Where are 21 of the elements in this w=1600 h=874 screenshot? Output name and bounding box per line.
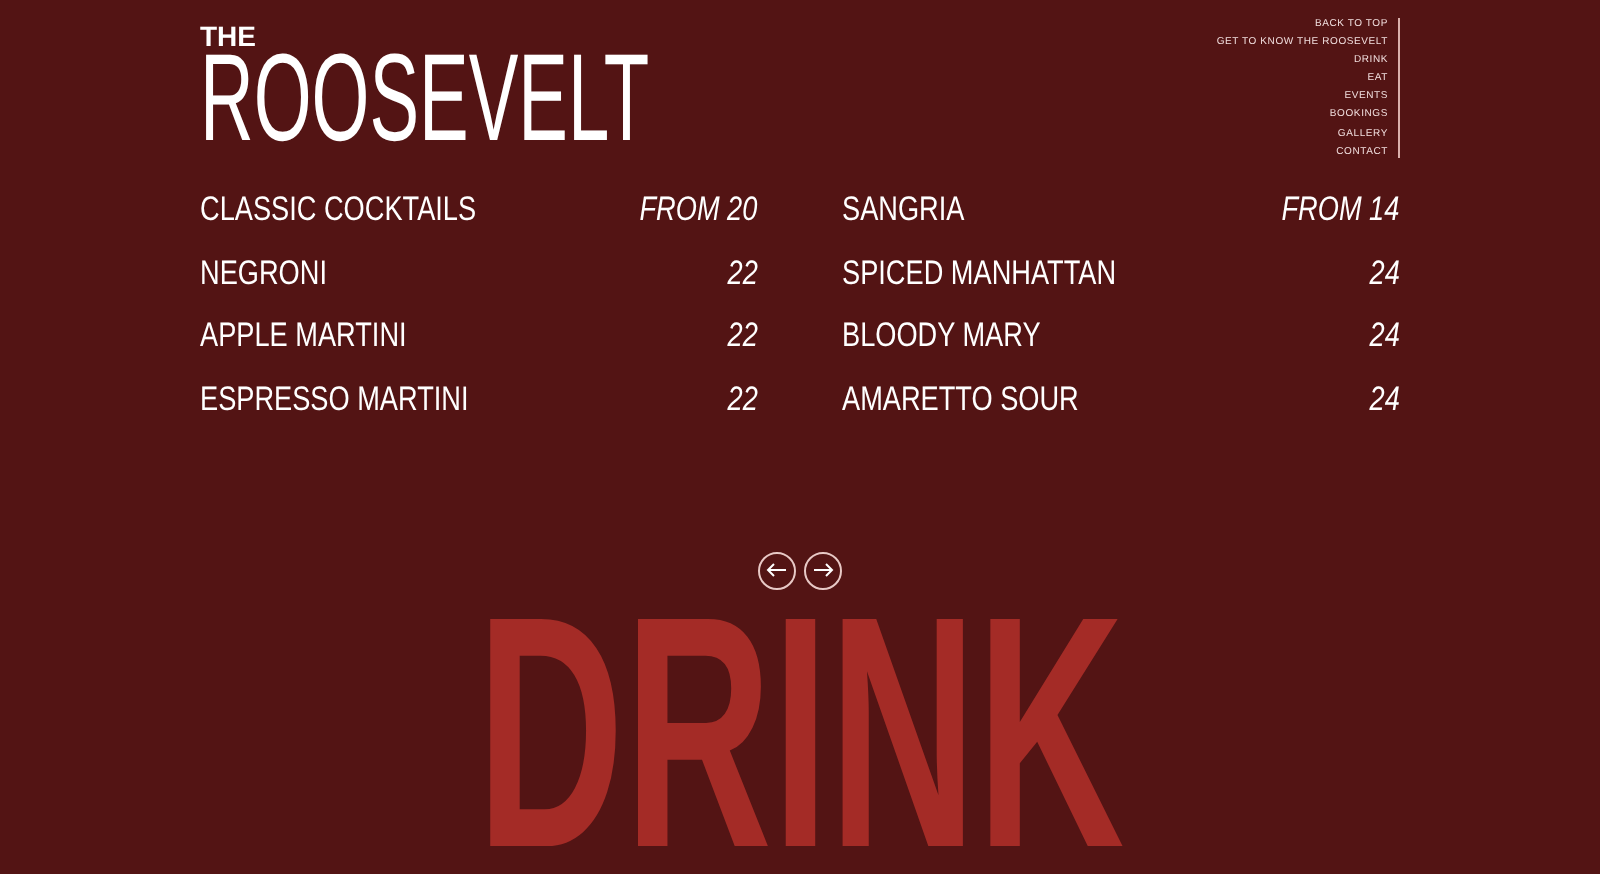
- drink-price: 22: [727, 253, 758, 294]
- drink-name: SANGRIA: [842, 189, 965, 230]
- section-title: DRINK: [476, 581, 1124, 874]
- drink-name: NEGRONI: [200, 253, 327, 294]
- right-arrow-icon: [812, 562, 834, 579]
- drink-price: FROM 14: [1282, 189, 1400, 230]
- drink-price: 24: [1369, 253, 1400, 294]
- drink-name: APPLE MARTINI: [200, 316, 407, 357]
- drink-name: BLOODY MARY: [842, 316, 1041, 357]
- previous-button[interactable]: [758, 551, 796, 590]
- next-button[interactable]: [804, 551, 842, 590]
- left-arrow-icon: [766, 562, 788, 579]
- drink-price: 24: [1369, 316, 1400, 357]
- drink-name: SPICED MANHATTAN: [842, 253, 1117, 294]
- drink-price: 22: [727, 316, 758, 357]
- drink-name: ESPRESSO MARTINI: [200, 379, 469, 420]
- drink-price: FROM 20: [640, 189, 758, 230]
- drink-name: AMARETTO SOUR: [842, 379, 1079, 420]
- drink-name: CLASSIC COCKTAILS: [200, 189, 477, 230]
- drink-price: 22: [727, 379, 758, 420]
- drink-price: 24: [1369, 379, 1400, 420]
